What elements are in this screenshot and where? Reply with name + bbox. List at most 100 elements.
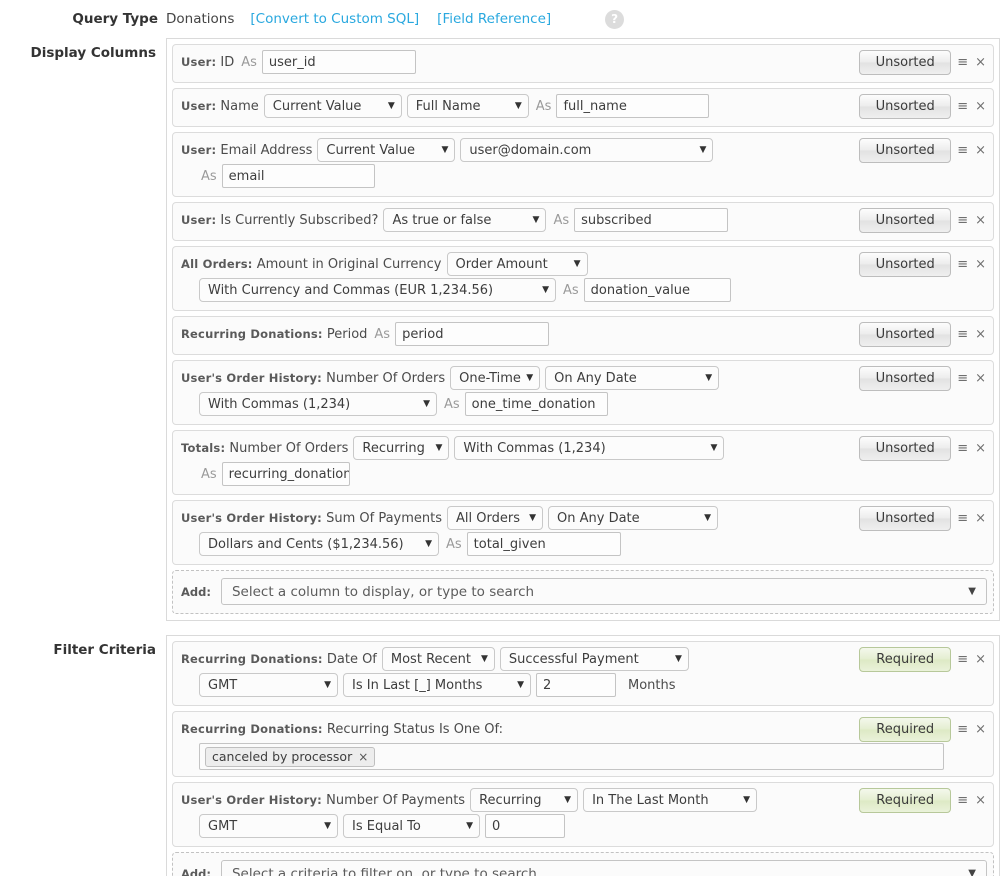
sort-toggle-button[interactable]: Unsorted (859, 322, 952, 347)
filter-criteria-row: Recurring Donations: Recurring Status Is… (172, 711, 994, 777)
field-source: User's Order History: (181, 370, 322, 385)
sort-toggle-button[interactable]: Unsorted (859, 50, 952, 75)
remove-row-icon[interactable]: × (974, 258, 987, 271)
chevron-down-icon: ▼ (743, 794, 751, 805)
remove-row-icon[interactable]: × (974, 512, 987, 525)
remove-row-icon[interactable]: × (974, 794, 987, 807)
sort-toggle-button[interactable]: Unsorted (859, 506, 952, 531)
select-dropdown[interactable]: Most Recent ▼ (381, 647, 495, 671)
display-column-row: User: ID As user_id Unsorted ≡ × (172, 44, 994, 83)
drag-handle-icon[interactable]: ≡ (956, 56, 969, 69)
select-dropdown[interactable]: One-Time ▼ (450, 366, 541, 390)
select-dropdown[interactable]: All Orders ▼ (447, 506, 544, 530)
required-button[interactable]: Required (859, 788, 952, 813)
select-value: As true or false (392, 212, 492, 228)
remove-row-icon[interactable]: × (974, 328, 987, 341)
add-criteria-select[interactable]: Select a criteria to filter on, or type … (220, 860, 987, 876)
tag-input-box[interactable]: canceled by processor × (199, 743, 944, 770)
help-icon[interactable]: ? (605, 9, 625, 29)
chevron-down-icon: ▼ (423, 398, 430, 409)
field-name: User: ID (181, 55, 234, 70)
select-dropdown[interactable]: Successful Payment ▼ (499, 647, 689, 671)
remove-row-icon[interactable]: × (974, 442, 987, 455)
select-dropdown[interactable]: On Any Date ▼ (548, 506, 719, 530)
select-dropdown[interactable]: Recurring ▼ (470, 788, 579, 812)
sort-toggle-button[interactable]: Unsorted (859, 366, 952, 391)
required-button[interactable]: Required (859, 647, 952, 672)
select-dropdown[interactable]: user@domain.com ▼ (460, 138, 714, 162)
drag-handle-icon[interactable]: ≡ (956, 653, 969, 666)
remove-row-icon[interactable]: × (974, 56, 987, 69)
remove-row-icon[interactable]: × (974, 214, 987, 227)
drag-handle-icon[interactable]: ≡ (956, 328, 969, 341)
field-name: User: Email Address (181, 143, 312, 158)
drag-handle-icon[interactable]: ≡ (956, 723, 969, 736)
as-label: As (444, 396, 460, 412)
add-criteria-row: Add: Select a criteria to filter on, or t… (172, 852, 994, 876)
text-input[interactable]: one_time_donation (464, 392, 608, 416)
select-dropdown[interactable]: With Commas (1,234) ▼ (199, 392, 437, 416)
drag-handle-icon[interactable]: ≡ (956, 372, 969, 385)
remove-row-icon[interactable]: × (974, 723, 987, 736)
remove-row-icon[interactable]: × (974, 372, 987, 385)
select-dropdown[interactable]: Dollars and Cents ($1,234.56) ▼ (199, 532, 439, 556)
select-dropdown[interactable]: GMT ▼ (199, 673, 338, 697)
sort-toggle-button[interactable]: Unsorted (859, 94, 952, 119)
select-dropdown[interactable]: Current Value ▼ (263, 94, 402, 118)
chevron-down-icon: ▼ (564, 794, 572, 805)
drag-handle-icon[interactable]: ≡ (956, 214, 969, 227)
sort-toggle-button[interactable]: Unsorted (859, 252, 952, 277)
sort-toggle-button[interactable]: Unsorted (859, 138, 952, 163)
text-input[interactable]: recurring_donation (221, 462, 350, 486)
text-input[interactable]: full_name (556, 94, 710, 118)
select-dropdown[interactable]: Is Equal To ▼ (343, 814, 480, 838)
select-dropdown[interactable]: GMT ▼ (199, 814, 338, 838)
display-column-row: All Orders: Amount in Original Currency O… (172, 246, 994, 311)
text-input[interactable]: email (221, 164, 375, 188)
text-input[interactable]: user_id (261, 50, 416, 74)
add-column-select[interactable]: Select a column to display, or type to s… (220, 578, 987, 605)
text-input[interactable]: total_given (466, 532, 621, 556)
remove-tag-icon[interactable]: × (358, 750, 368, 764)
row-controls: Required ≡ × (859, 647, 987, 672)
row-line: With Commas (1,234) ▼ As one_time_donation (181, 392, 985, 416)
drag-handle-icon[interactable]: ≡ (956, 442, 969, 455)
drag-handle-icon[interactable]: ≡ (956, 258, 969, 271)
text-input[interactable]: 2 (536, 673, 616, 697)
add-column-row: Add: Select a column to display, or type … (172, 570, 994, 614)
select-dropdown[interactable]: Recurring ▼ (353, 436, 450, 460)
drag-handle-icon[interactable]: ≡ (956, 794, 969, 807)
text-input[interactable]: 0 (485, 814, 565, 838)
select-dropdown[interactable]: Is In Last [_] Months ▼ (343, 673, 531, 697)
text-input[interactable]: subscribed (574, 208, 729, 232)
convert-to-custom-sql-link[interactable]: [Convert to Custom SQL] (250, 11, 419, 27)
select-dropdown[interactable]: Order Amount ▼ (446, 252, 588, 276)
drag-handle-icon[interactable]: ≡ (956, 100, 969, 113)
drag-handle-icon[interactable]: ≡ (956, 512, 969, 525)
remove-row-icon[interactable]: × (974, 100, 987, 113)
select-dropdown[interactable]: In The Last Month ▼ (583, 788, 758, 812)
select-dropdown[interactable]: With Commas (1,234) ▼ (454, 436, 725, 460)
select-dropdown[interactable]: Full Name ▼ (406, 94, 529, 118)
remove-row-icon[interactable]: × (974, 653, 987, 666)
remove-row-icon[interactable]: × (974, 144, 987, 157)
text-input[interactable]: donation_value (583, 278, 731, 302)
select-dropdown[interactable]: As true or false ▼ (383, 208, 547, 232)
drag-handle-icon[interactable]: ≡ (956, 144, 969, 157)
tag-chip[interactable]: canceled by processor × (205, 746, 376, 767)
field-reference-link[interactable]: [Field Reference] (437, 11, 551, 27)
sort-toggle-button[interactable]: Unsorted (859, 436, 952, 461)
select-dropdown[interactable]: On Any Date ▼ (545, 366, 720, 390)
chevron-down-icon: ▼ (324, 820, 331, 831)
as-label: As (535, 98, 552, 114)
required-button[interactable]: Required (859, 717, 952, 742)
filter-criteria-section: Filter Criteria Recurring Donations: Dat… (0, 635, 1008, 876)
add-label: Add: (181, 584, 211, 599)
row-controls: Unsorted ≡ × (859, 138, 987, 163)
chevron-down-icon: ▼ (517, 679, 524, 690)
text-input[interactable]: period (395, 322, 550, 346)
select-dropdown[interactable]: With Currency and Commas (EUR 1,234.56) ▼ (199, 278, 556, 302)
select-dropdown[interactable]: Current Value ▼ (317, 138, 456, 162)
chevron-down-icon: ▼ (968, 586, 976, 597)
sort-toggle-button[interactable]: Unsorted (859, 208, 952, 233)
